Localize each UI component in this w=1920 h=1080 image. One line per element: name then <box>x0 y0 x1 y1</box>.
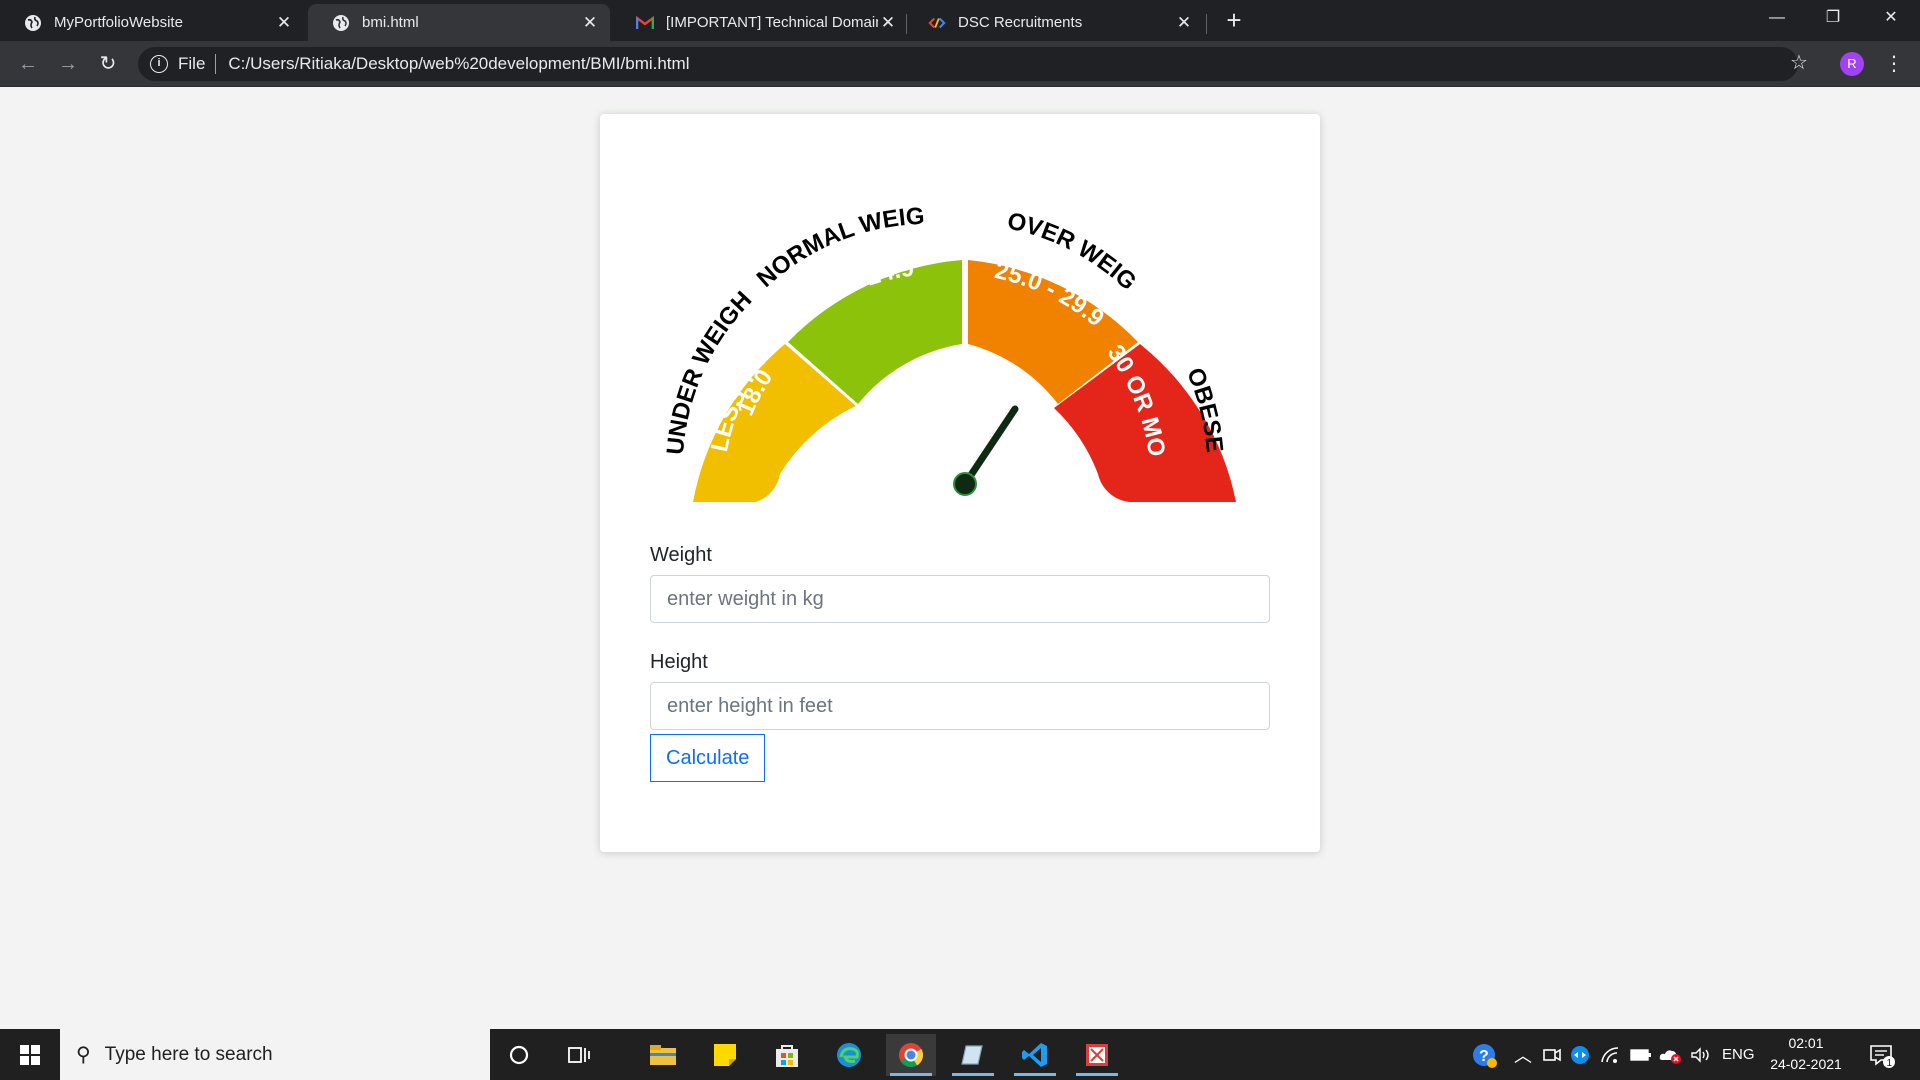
browser-toolbar: ← → ↻ i File C:/Users/Ritiaka/Desktop/we… <box>0 41 1920 87</box>
taskbar-clock[interactable]: 02:01 24-02-2021 <box>1760 1033 1852 1075</box>
reload-icon[interactable]: ↻ <box>94 50 122 78</box>
volume-icon[interactable] <box>1690 1029 1712 1080</box>
taskbar-search-box[interactable]: ⚲ Type here to search <box>60 1029 490 1080</box>
tab-title: [IMPORTANT] Technical Domain I <box>666 14 878 31</box>
tab-title: DSC Recruitments <box>958 14 1083 31</box>
clock-time: 02:01 <box>1788 1035 1824 1051</box>
bmi-gauge: UNDER WEIGHT NORMAL WEIGHT OVER WEIGHT O… <box>630 134 1236 502</box>
weight-label: Weight <box>650 544 712 566</box>
onedrive-error-icon[interactable] <box>1658 1029 1682 1080</box>
tab-separator <box>906 14 907 34</box>
task-view-icon[interactable] <box>554 1034 604 1076</box>
close-icon[interactable]: ✕ <box>274 13 294 33</box>
globe-icon <box>24 14 42 32</box>
url-text[interactable]: C:/Users/Ritiaka/Desktop/web%20developme… <box>228 54 689 74</box>
vscode-icon[interactable] <box>1010 1034 1060 1076</box>
language-indicator[interactable]: ENG <box>1722 1029 1755 1080</box>
notification-count: 1 <box>1887 1058 1893 1069</box>
tab-important-technical-domain[interactable]: [IMPORTANT] Technical Domain I ✕ <box>612 4 908 41</box>
code-icon <box>928 14 946 32</box>
windows-start-button[interactable] <box>0 1029 60 1080</box>
windows-logo-icon <box>20 1044 40 1065</box>
weight-input[interactable] <box>650 575 1270 623</box>
new-tab-button[interactable]: + <box>1220 6 1248 34</box>
bookmark-star-icon[interactable]: ☆ <box>1790 50 1808 75</box>
minimize-button[interactable]: — <box>1750 0 1804 36</box>
notepad-icon[interactable] <box>948 1034 998 1076</box>
wifi-icon[interactable] <box>1600 1029 1620 1080</box>
tab-title: bmi.html <box>362 14 419 31</box>
battery-icon[interactable] <box>1630 1029 1652 1080</box>
browser-tab-strip: MyPortfolioWebsite ✕ bmi.html ✕ [IMPORTA… <box>0 0 1920 41</box>
tab-myportfolio[interactable]: MyPortfolioWebsite ✕ <box>0 4 304 41</box>
gauge-needle-hub <box>953 472 977 496</box>
omnibox-divider <box>215 54 217 74</box>
microsoft-store-icon[interactable] <box>762 1034 812 1076</box>
tab-separator <box>1206 14 1207 34</box>
tray-overflow-chevron-icon[interactable]: ︿ <box>1514 1029 1532 1080</box>
globe-icon <box>332 14 350 32</box>
height-input[interactable] <box>650 682 1270 730</box>
meet-now-icon[interactable] <box>1542 1029 1562 1080</box>
windows-taskbar: ⚲ Type here to search ? ︿ ENG 02:01 24-0… <box>0 1029 1920 1080</box>
search-placeholder: Type here to search <box>104 1043 273 1065</box>
close-icon[interactable]: ✕ <box>878 13 898 33</box>
calculate-button[interactable]: Calculate <box>650 734 766 782</box>
teamviewer-icon[interactable] <box>1570 1029 1590 1080</box>
help-icon[interactable]: ? <box>1470 1029 1498 1080</box>
sticky-notes-icon[interactable] <box>700 1034 750 1076</box>
close-icon[interactable]: ✕ <box>580 13 600 33</box>
bmi-card: UNDER WEIGHT NORMAL WEIGHT OVER WEIGHT O… <box>600 114 1320 852</box>
page-viewport: UNDER WEIGHT NORMAL WEIGHT OVER WEIGHT O… <box>0 88 1920 1029</box>
close-icon[interactable]: ✕ <box>1174 13 1194 33</box>
window-close-button[interactable]: ✕ <box>1864 0 1918 36</box>
snipping-tool-icon[interactable] <box>1072 1034 1122 1076</box>
cortana-icon[interactable] <box>494 1034 544 1076</box>
clock-date: 24-02-2021 <box>1770 1056 1842 1072</box>
edge-icon[interactable] <box>824 1034 874 1076</box>
file-explorer-icon[interactable] <box>638 1034 688 1076</box>
notification-center-icon[interactable]: 1 <box>1868 1029 1896 1080</box>
gmail-icon <box>636 14 654 32</box>
height-label: Height <box>650 651 708 673</box>
tab-title: MyPortfolioWebsite <box>54 14 183 31</box>
restore-button[interactable]: ❐ <box>1806 0 1860 36</box>
file-scheme-label: File <box>178 54 206 73</box>
search-icon: ⚲ <box>76 1044 91 1066</box>
info-icon[interactable]: i <box>150 55 168 73</box>
tab-dsc-recruitments[interactable]: DSC Recruitments ✕ <box>904 4 1204 41</box>
address-bar[interactable]: i File C:/Users/Ritiaka/Desktop/web%20de… <box>138 47 1798 81</box>
back-arrow-icon[interactable]: ← <box>14 50 42 78</box>
menu-kebab-icon[interactable]: ⋮ <box>1884 50 1904 78</box>
profile-avatar[interactable]: R <box>1840 52 1864 76</box>
chrome-icon[interactable] <box>886 1034 936 1076</box>
tab-bmi[interactable]: bmi.html ✕ <box>308 4 610 41</box>
forward-arrow-icon[interactable]: → <box>54 50 82 78</box>
